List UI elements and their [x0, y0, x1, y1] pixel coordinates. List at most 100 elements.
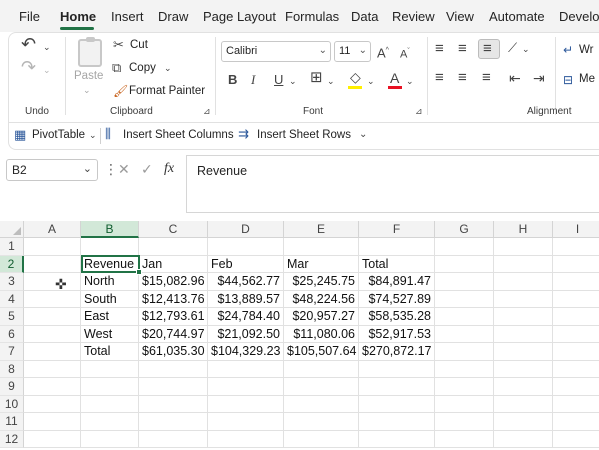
font-color-dropdown-icon[interactable]: ⌄ [406, 74, 414, 88]
cell-g7[interactable] [435, 343, 494, 361]
cell-b5[interactable]: East [81, 308, 139, 326]
shrink-font-icon[interactable]: Aˇ [400, 45, 410, 62]
cell-h5[interactable] [494, 308, 553, 326]
cell-g5[interactable] [435, 308, 494, 326]
cell-e11[interactable] [284, 413, 359, 431]
cell-g6[interactable] [435, 325, 494, 343]
orientation-icon[interactable]: ⟋ [508, 41, 517, 55]
cell-d2[interactable]: Feb [208, 255, 284, 273]
copy-dropdown-icon[interactable]: ⌄ [164, 61, 172, 75]
cell-d10[interactable] [208, 395, 284, 413]
confirm-entry-icon[interactable]: ✓ [141, 161, 153, 178]
cell-g4[interactable] [435, 290, 494, 308]
cell-g12[interactable] [435, 430, 494, 448]
cell-c9[interactable] [139, 378, 208, 396]
menu-automate[interactable]: Automate [489, 9, 545, 24]
pivottable-icon[interactable]: ▦ [14, 128, 26, 142]
font-size-select[interactable]: 11 ⌄ [334, 41, 371, 62]
cell-i7[interactable] [553, 343, 599, 361]
grow-font-icon[interactable]: A^ [377, 44, 389, 60]
row-header-2[interactable]: 2 [0, 255, 24, 273]
cell-a10[interactable] [24, 395, 81, 413]
cell-a7[interactable] [24, 343, 81, 361]
column-header-g[interactable]: G [435, 221, 494, 238]
cell-f6[interactable]: $52,917.53 [359, 325, 435, 343]
row-header-9[interactable]: 9 [0, 378, 24, 396]
cut-button[interactable]: Cut [130, 39, 148, 51]
column-header-b[interactable]: B [81, 221, 139, 238]
cell-i5[interactable] [553, 308, 599, 326]
cell-c8[interactable] [139, 360, 208, 378]
undo-dropdown-icon[interactable]: ⌄ [43, 40, 51, 54]
cell-c2[interactable]: Jan [139, 255, 208, 273]
cell-a9[interactable] [24, 378, 81, 396]
cell-f7[interactable]: $270,872.17 [359, 343, 435, 361]
cell-b10[interactable] [81, 395, 139, 413]
bold-button[interactable]: B [228, 73, 237, 87]
cell-e10[interactable] [284, 395, 359, 413]
cell-e8[interactable] [284, 360, 359, 378]
cell-f10[interactable] [359, 395, 435, 413]
cell-f2[interactable]: Total [359, 255, 435, 273]
cell-h2[interactable] [494, 255, 553, 273]
cell-b12[interactable] [81, 430, 139, 448]
wrap-text-icon[interactable]: ↵ [563, 43, 573, 57]
fill-handle[interactable] [136, 269, 142, 275]
format-painter-icon[interactable]: 🖌 [113, 84, 128, 98]
copy-button[interactable]: Copy [129, 62, 156, 74]
cell-b9[interactable] [81, 378, 139, 396]
align-right-icon[interactable]: ≡ [482, 70, 491, 85]
row-header-11[interactable]: 11 [0, 413, 24, 431]
cell-d4[interactable]: $13,889.57 [208, 290, 284, 308]
insert-sheet-columns-button[interactable]: Insert Sheet Columns [123, 129, 234, 141]
insert-columns-icon[interactable]: ⫼ [105, 127, 111, 141]
paste-icon[interactable] [78, 37, 102, 67]
cell-e3[interactable]: $25,245.75 [284, 273, 359, 291]
cell-c1[interactable] [139, 238, 208, 256]
cancel-entry-icon[interactable]: ✕ [118, 161, 130, 178]
cell-g1[interactable] [435, 238, 494, 256]
cell-f8[interactable] [359, 360, 435, 378]
cell-h10[interactable] [494, 395, 553, 413]
menu-draw[interactable]: Draw [158, 9, 188, 24]
cell-e12[interactable] [284, 430, 359, 448]
cell-i3[interactable] [553, 273, 599, 291]
row-header-7[interactable]: 7 [0, 343, 24, 361]
cell-f3[interactable]: $84,891.47 [359, 273, 435, 291]
menu-developer[interactable]: Develop [559, 9, 599, 24]
align-center-icon[interactable]: ≡ [458, 70, 467, 85]
italic-button[interactable]: I [251, 73, 255, 87]
cell-f4[interactable]: $74,527.89 [359, 290, 435, 308]
row-header-5[interactable]: 5 [0, 308, 24, 326]
cell-c11[interactable] [139, 413, 208, 431]
cell-b11[interactable] [81, 413, 139, 431]
cell-a5[interactable] [24, 308, 81, 326]
cell-h4[interactable] [494, 290, 553, 308]
column-header-d[interactable]: D [208, 221, 284, 238]
column-header-a[interactable]: A [24, 221, 81, 238]
column-header-e[interactable]: E [284, 221, 359, 238]
cell-i6[interactable] [553, 326, 599, 343]
cell-c6[interactable]: $20,744.97 [139, 325, 208, 343]
menu-review[interactable]: Review [392, 9, 435, 24]
cell-e9[interactable] [284, 378, 359, 396]
cell-h9[interactable] [494, 378, 553, 396]
font-name-select[interactable]: Calibri ⌄ [221, 41, 331, 62]
cell-f5[interactable]: $58,535.28 [359, 308, 435, 326]
cell-e5[interactable]: $20,957.27 [284, 308, 359, 326]
cell-d1[interactable] [208, 238, 284, 256]
cell-d7[interactable]: $104,329.23 [208, 343, 284, 361]
redo-icon[interactable]: ↷ [21, 58, 36, 76]
menu-page-layout[interactable]: Page Layout [203, 9, 276, 24]
clipboard-launcher-icon[interactable]: ⊿ [203, 106, 211, 117]
cell-a8[interactable] [24, 360, 81, 378]
cell-c3[interactable]: $15,082.96 [139, 273, 208, 291]
cell-f11[interactable] [359, 413, 435, 431]
insert-function-icon[interactable]: fx [164, 161, 174, 177]
cell-c5[interactable]: $12,793.61 [139, 308, 208, 326]
formula-input[interactable]: Revenue [186, 155, 599, 213]
increase-indent-icon[interactable]: ⇥ [533, 71, 545, 85]
cell-c7[interactable]: $61,035.30 [139, 343, 208, 361]
row-header-12[interactable]: 12 [0, 430, 24, 448]
column-header-c[interactable]: C [139, 221, 208, 238]
